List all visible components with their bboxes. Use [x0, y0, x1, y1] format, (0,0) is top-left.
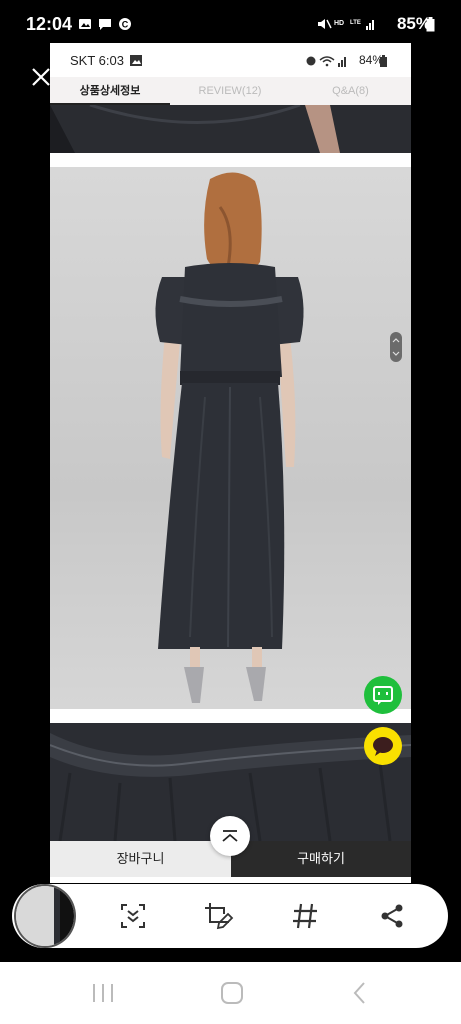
product-tabs: 상품상세정보 REVIEW(12) Q&A(8)	[50, 77, 411, 106]
screenshot-thumbnail[interactable]	[14, 884, 76, 948]
gallery-notification-icon	[79, 19, 91, 29]
kakaotalk-button[interactable]	[364, 727, 402, 765]
svg-text:HD: HD	[334, 20, 344, 27]
scroll-to-top-button[interactable]	[210, 816, 250, 856]
tab-product-detail[interactable]: 상품상세정보	[50, 77, 170, 105]
close-icon[interactable]	[30, 66, 52, 88]
svg-text:LTE: LTE	[350, 20, 361, 26]
cart-button[interactable]: 장바구니	[50, 841, 231, 877]
inner-carrier-time: SKT 6:03	[70, 53, 124, 68]
c-app-notification-icon: C	[119, 18, 131, 30]
inner-gallery-icon	[130, 55, 142, 66]
message-notification-icon	[99, 19, 111, 30]
buy-button[interactable]: 구매하기	[231, 841, 411, 877]
product-image-top-crop	[50, 105, 411, 153]
tab-review[interactable]: REVIEW(12)	[170, 77, 290, 105]
system-time: 12:04	[26, 14, 73, 34]
recent-apps-icon[interactable]	[88, 978, 118, 1008]
home-icon[interactable]	[217, 978, 247, 1008]
svg-text:C: C	[122, 20, 129, 30]
inner-battery-icon	[380, 55, 387, 67]
product-image-model-back	[50, 167, 411, 709]
fast-scroll-handle[interactable]	[390, 332, 402, 362]
kakaotalk-icon	[373, 737, 393, 756]
inner-signal-icons	[306, 56, 346, 67]
naver-talktalk-button[interactable]	[364, 676, 402, 714]
share-icon[interactable]	[376, 900, 408, 932]
back-icon[interactable]	[346, 978, 376, 1008]
battery-icon	[426, 17, 435, 32]
scroll-arrows-icon	[392, 338, 400, 356]
crop-edit-icon[interactable]	[202, 900, 234, 932]
hashtag-icon[interactable]	[289, 900, 321, 932]
naver-talktalk-icon	[373, 686, 393, 705]
inner-status-bar: SKT 6:03 84%	[50, 43, 411, 77]
signal-status-icon: HD LTE	[318, 19, 374, 30]
captured-screenshot: SKT 6:03 84% 상품상세정보 REVIEW(12) Q&A(8) 장바…	[50, 43, 411, 883]
scroll-capture-icon[interactable]	[117, 900, 149, 932]
chevron-up-icon	[222, 830, 238, 842]
tab-qna[interactable]: Q&A(8)	[290, 77, 411, 105]
